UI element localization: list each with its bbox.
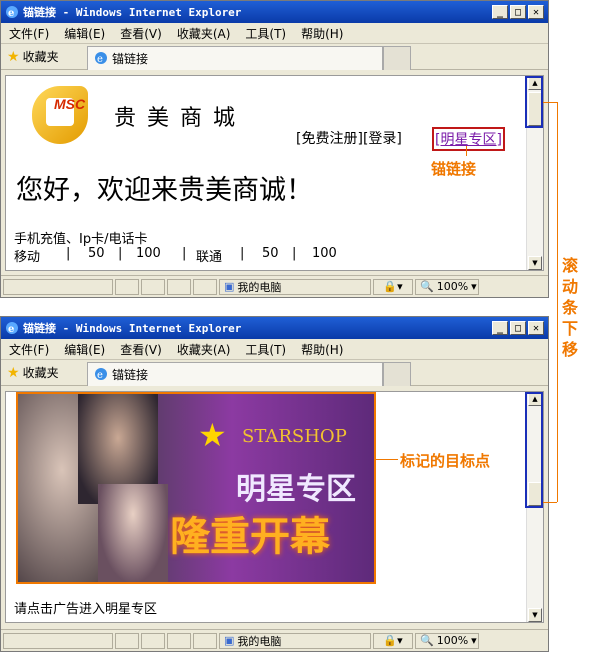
menu-bar: 文件(F) 编辑(E) 查看(V) 收藏夹(A) 工具(T) 帮助(H) xyxy=(1,339,548,360)
register-link[interactable]: [免费注册] xyxy=(296,128,363,148)
ie-icon: e xyxy=(95,368,107,381)
banner-title-1: 明星专区 xyxy=(236,472,356,507)
maximize-button[interactable]: □ xyxy=(510,321,526,335)
menu-favorites[interactable]: 收藏夹(A) xyxy=(177,25,231,42)
menu-file[interactable]: 文件(F) xyxy=(9,25,49,42)
star-icon: ★ xyxy=(7,364,20,381)
tab-label: 锚链接 xyxy=(112,367,149,382)
scroll-highlight-bottom xyxy=(525,392,543,508)
computer-icon: ▣ xyxy=(224,280,235,293)
tab-anchor[interactable]: e 锚链接 xyxy=(87,45,383,70)
minimize-button[interactable]: _ xyxy=(492,321,508,335)
tab-label: 锚链接 xyxy=(112,51,149,66)
star-zone-anchor-link[interactable]: [明星专区] xyxy=(432,127,505,151)
tab-anchor[interactable]: e 锚链接 xyxy=(87,361,383,386)
menu-help[interactable]: 帮助(H) xyxy=(301,341,343,358)
new-tab-button[interactable] xyxy=(383,361,411,386)
page-viewport: MSC 贵 美 商 城 [免费注册] [登录] [明星专区] 锚链接 您好，欢迎… xyxy=(5,75,544,271)
svg-text:e: e xyxy=(97,370,103,381)
recharge-title: 手机充值、Ip卡/电话卡 xyxy=(14,232,148,247)
menu-edit[interactable]: 编辑(E) xyxy=(64,25,105,42)
banner-title-2: 隆重开幕 xyxy=(170,514,330,560)
protected-mode-icon[interactable]: 🔒▾ xyxy=(383,280,402,293)
star-zone-banner[interactable]: ★ STARSHOP 明星专区 隆重开幕 xyxy=(16,392,376,584)
amount-100[interactable]: 100 xyxy=(312,246,342,265)
scroll-down-icon[interactable]: ▼ xyxy=(528,256,542,270)
zoom-level[interactable]: 100% xyxy=(437,280,468,293)
menu-file[interactable]: 文件(F) xyxy=(9,341,49,358)
anchor-annotation: 锚链接 xyxy=(431,160,477,178)
zone-label: 我的电脑 xyxy=(237,634,282,648)
ie-icon: e xyxy=(6,6,18,19)
svg-text:e: e xyxy=(97,54,103,65)
window-title: 锚链接 - Windows Internet Explorer xyxy=(23,6,242,19)
amount-50[interactable]: 50 xyxy=(262,246,292,265)
recharge-row: 移动 | 50 | 100 | 联通 | 50 | 100 xyxy=(14,246,342,265)
svg-text:e: e xyxy=(8,324,14,335)
title-bar: e 锚链接 - Windows Internet Explorer _ □ ✕ xyxy=(1,317,548,339)
maximize-button[interactable]: □ xyxy=(510,5,526,19)
star-icon: ★ xyxy=(198,416,227,454)
minimize-button[interactable]: _ xyxy=(492,5,508,19)
svg-text:e: e xyxy=(8,8,14,19)
menu-favorites[interactable]: 收藏夹(A) xyxy=(177,341,231,358)
favorites-label: 收藏夹 xyxy=(22,366,59,380)
store-name: 贵 美 商 城 xyxy=(114,106,237,131)
chevron-down-icon[interactable]: ▾ xyxy=(471,280,477,293)
logo-text: MSC xyxy=(54,96,86,112)
browser-window-top: e 锚链接 - Windows Internet Explorer _ □ ✕ … xyxy=(0,0,549,298)
menu-help[interactable]: 帮助(H) xyxy=(301,25,343,42)
login-link[interactable]: [登录] xyxy=(363,128,402,148)
target-annotation: 标记的目标点 xyxy=(400,452,491,470)
close-button[interactable]: ✕ xyxy=(528,321,544,335)
carrier-unicom: 联通 xyxy=(196,250,223,265)
menu-tools[interactable]: 工具(T) xyxy=(245,25,286,42)
amount-50[interactable]: 50 xyxy=(88,246,118,265)
browser-window-bottom: e 锚链接 - Windows Internet Explorer _ □ ✕ … xyxy=(0,316,549,652)
favorites-label: 收藏夹 xyxy=(22,50,59,64)
zone-label: 我的电脑 xyxy=(237,280,282,294)
zoom-level[interactable]: 100% xyxy=(437,634,468,647)
status-bar: ▣ 我的电脑 🔒▾ 🔍 100% ▾ xyxy=(1,275,548,297)
banner-brand: STARSHOP xyxy=(242,426,347,447)
close-button[interactable]: ✕ xyxy=(528,5,544,19)
amount-100[interactable]: 100 xyxy=(136,246,182,265)
menu-tools[interactable]: 工具(T) xyxy=(245,341,286,358)
menu-edit[interactable]: 编辑(E) xyxy=(64,341,105,358)
zoom-icon[interactable]: 🔍 xyxy=(420,634,434,647)
carrier-mobile: 移动 xyxy=(14,250,41,265)
welcome-heading: 您好，欢迎来贵美商诚！ xyxy=(16,175,313,206)
scroll-annotation: 滚动条下移 xyxy=(562,256,579,359)
title-bar: e 锚链接 - Windows Internet Explorer _ □ ✕ xyxy=(1,1,548,23)
status-bar: ▣ 我的电脑 🔒▾ 🔍 100% ▾ xyxy=(1,629,548,651)
zoom-icon[interactable]: 🔍 xyxy=(420,280,434,293)
ie-icon: e xyxy=(6,322,18,335)
favorites-bar: ★ 收藏夹 e 锚链接 xyxy=(1,44,548,70)
menu-view[interactable]: 查看(V) xyxy=(120,341,162,358)
top-links: [免费注册] [登录] xyxy=(296,128,402,148)
new-tab-button[interactable] xyxy=(383,45,411,70)
scroll-down-icon[interactable]: ▼ xyxy=(528,608,542,622)
chevron-down-icon[interactable]: ▾ xyxy=(471,634,477,647)
scroll-highlight-top xyxy=(525,76,543,128)
banner-photo-woman xyxy=(98,484,168,582)
favorites-button[interactable]: ★ 收藏夹 xyxy=(7,364,87,381)
ie-icon: e xyxy=(95,52,107,65)
favorites-bar: ★ 收藏夹 e 锚链接 xyxy=(1,360,548,386)
menu-view[interactable]: 查看(V) xyxy=(120,25,162,42)
banner-hint-text: 请点击广告进入明星专区 xyxy=(14,602,158,617)
star-icon: ★ xyxy=(7,48,20,65)
window-title: 锚链接 - Windows Internet Explorer xyxy=(23,322,242,335)
page-viewport: ★ STARSHOP 明星专区 隆重开幕 请点击广告进入明星专区 ▲ ▼ xyxy=(5,391,544,623)
favorites-button[interactable]: ★ 收藏夹 xyxy=(7,48,87,65)
menu-bar: 文件(F) 编辑(E) 查看(V) 收藏夹(A) 工具(T) 帮助(H) xyxy=(1,23,548,44)
scroll-bracket xyxy=(557,102,558,502)
protected-mode-icon[interactable]: 🔒▾ xyxy=(383,634,402,647)
computer-icon: ▣ xyxy=(224,634,235,647)
